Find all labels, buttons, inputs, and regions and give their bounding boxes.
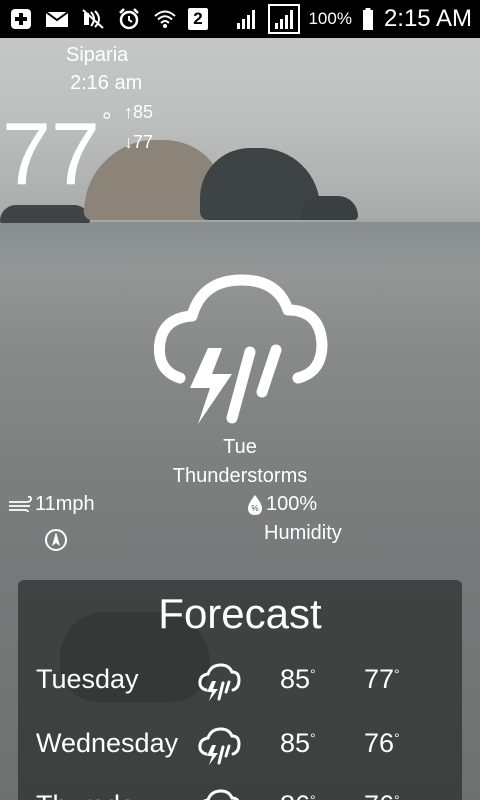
humidity-value: 100%	[266, 493, 318, 515]
forecast-day: Tuesday	[36, 664, 139, 694]
thunderstorm-icon	[196, 660, 242, 704]
temperature-degree: °	[102, 108, 112, 135]
wind-value: 11mph	[35, 493, 95, 515]
nfc-mute-icon	[80, 6, 106, 32]
signal-icon	[234, 6, 260, 32]
status-time: 2:15 AM	[383, 5, 472, 32]
forecast-row[interactable]: Thursday 86° 76°	[18, 786, 462, 800]
sim2-icon: 2	[188, 8, 208, 30]
high-temperature: ↑85	[124, 102, 154, 122]
current-condition: Thunderstorms	[172, 465, 308, 487]
humidity-icon: %	[248, 494, 262, 515]
forecast-low: 76°	[364, 728, 400, 758]
forecast-high: 85°	[280, 664, 316, 694]
rock	[0, 205, 90, 223]
forecast-low: 77°	[364, 664, 400, 694]
forecast-high: 86°	[280, 790, 316, 800]
low-temperature: ↓77	[124, 132, 154, 152]
thunderstorm-icon	[196, 724, 242, 768]
thunderstorm-icon	[196, 786, 242, 800]
alarm-icon	[116, 6, 142, 32]
humidity-label: Humidity	[264, 522, 342, 544]
forecast-day: Thursday	[36, 790, 149, 800]
current-temperature: 77	[2, 104, 100, 203]
battery-icon	[360, 6, 376, 32]
wind-icon	[9, 495, 32, 512]
plus-icon	[8, 6, 34, 32]
forecast-row[interactable]: Tuesday 85° 77°	[18, 660, 462, 710]
svg-text:%: %	[251, 504, 258, 513]
battery-percent: 100%	[308, 9, 352, 28]
signal-icon	[268, 4, 301, 34]
forecast-low: 76°	[364, 790, 400, 800]
forecast-high: 85°	[280, 728, 316, 758]
wind-direction-icon	[44, 528, 68, 552]
forecast-row[interactable]: Wednesday 85° 76°	[18, 724, 462, 774]
location-name[interactable]: Siparia	[66, 44, 128, 67]
humidity: % 100%	[246, 493, 317, 516]
forecast-title: Forecast	[158, 590, 322, 637]
mail-icon	[44, 6, 70, 32]
thunderstorm-icon[interactable]	[150, 266, 330, 436]
update-time: 2:16 am	[70, 72, 143, 94]
wind-speed: 11mph	[8, 493, 95, 516]
wifi-icon	[152, 6, 178, 32]
status-bar: 2 100% 2:15 AM	[0, 0, 480, 38]
current-day: Tue	[223, 436, 257, 458]
rock	[300, 196, 358, 220]
forecast-day: Wednesday	[36, 728, 179, 758]
forecast-panel[interactable]: Forecast Tuesday 85° 77° Wednesday 85° 7…	[18, 580, 462, 800]
